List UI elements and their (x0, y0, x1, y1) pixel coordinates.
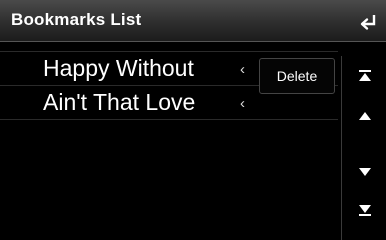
delete-button[interactable]: Delete (259, 58, 335, 94)
bookmark-title: Happy Without (43, 55, 194, 81)
scroll-up-icon (358, 112, 371, 120)
jump-to-bottom-icon (358, 205, 371, 216)
chevron-left-icon: ‹ (240, 61, 245, 78)
scroll-down-icon (358, 168, 371, 176)
chevron-left-icon: ‹ (240, 95, 245, 112)
jump-to-top-icon (358, 70, 371, 81)
jump-to-top-button[interactable] (342, 60, 386, 92)
scroll-down-button[interactable] (342, 156, 386, 188)
bookmark-title: Ain't That Love (43, 89, 196, 115)
back-arrow-icon (360, 15, 376, 30)
back-button[interactable] (358, 11, 380, 33)
page-title: Bookmarks List (11, 10, 142, 29)
scroll-controls (341, 56, 386, 240)
header-bar: Bookmarks List (0, 0, 386, 42)
jump-to-bottom-button[interactable] (342, 194, 386, 226)
scroll-up-button[interactable] (342, 100, 386, 132)
